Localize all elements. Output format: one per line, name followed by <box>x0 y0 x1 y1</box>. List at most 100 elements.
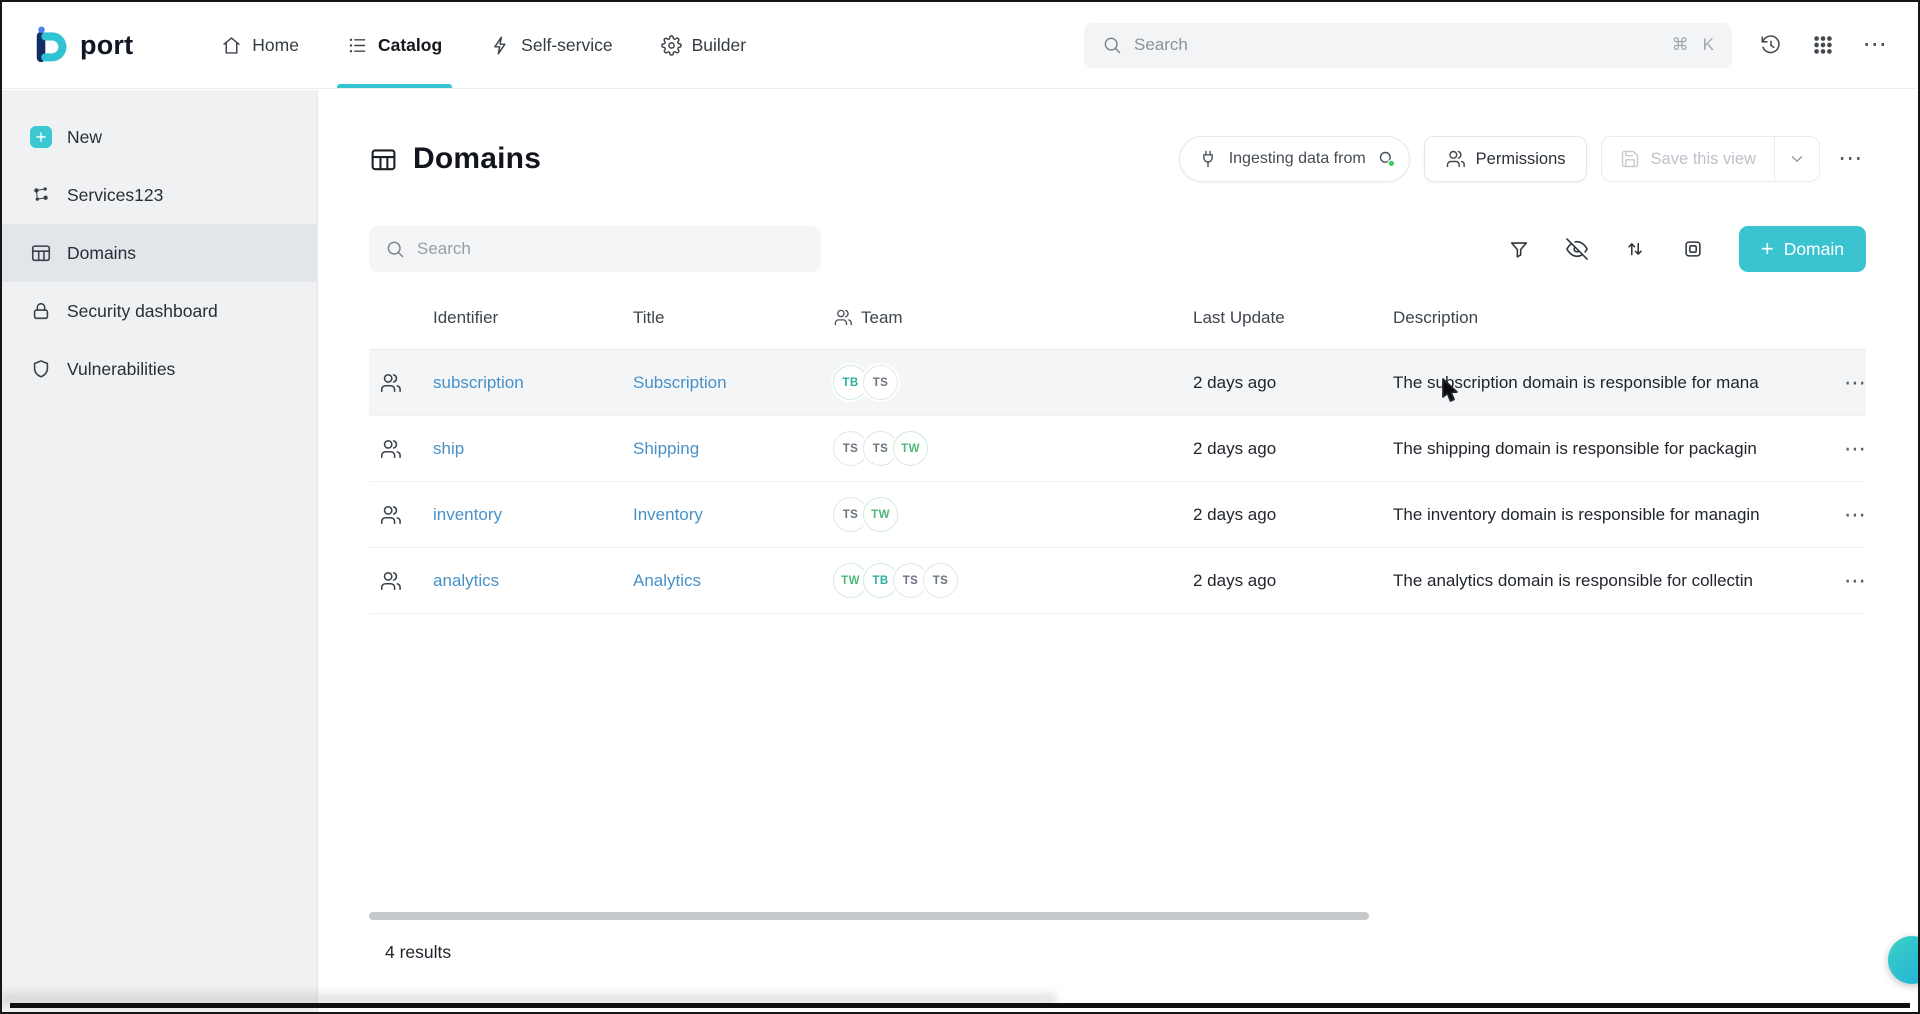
team-avatars: TB TS <box>833 365 1193 400</box>
identifier-link[interactable]: inventory <box>433 505 502 524</box>
ingesting-data-pill[interactable]: Ingesting data from <box>1179 136 1410 182</box>
eye-off-icon <box>1566 238 1588 260</box>
history-button[interactable] <box>1750 24 1792 66</box>
description-cell: The subscription domain is responsible f… <box>1393 373 1818 393</box>
row-more-button[interactable]: ⋯ <box>1818 504 1866 526</box>
page-title: Domains <box>413 142 541 176</box>
sidebar-item-new[interactable]: New <box>2 108 317 166</box>
exporter-status-icon <box>1377 149 1397 169</box>
shield-icon <box>30 358 52 380</box>
save-view-button[interactable]: Save this view <box>1602 137 1774 181</box>
nav-item-label: Builder <box>692 35 746 56</box>
identifier-link[interactable]: ship <box>433 439 464 458</box>
domain-blueprint-icon <box>379 570 401 592</box>
description-cell: The analytics domain is responsible for … <box>1393 571 1818 591</box>
apps-grid-button[interactable] <box>1802 24 1844 66</box>
apps-grid-icon <box>1812 34 1834 56</box>
search-icon <box>385 239 405 259</box>
save-view-split-button: Save this view <box>1601 136 1820 182</box>
description-cell: The inventory domain is responsible for … <box>1393 505 1818 525</box>
topnav-right: ⌘ K ⋯ <box>1084 23 1896 68</box>
nav-item-label: Home <box>252 35 299 56</box>
sidebar-item-label: New <box>67 127 102 148</box>
global-search-input[interactable] <box>1134 35 1660 55</box>
add-domain-label: Domain <box>1784 239 1844 260</box>
port-logo[interactable]: port <box>32 24 133 66</box>
permissions-button[interactable]: Permissions <box>1424 136 1587 182</box>
row-more-button[interactable]: ⋯ <box>1818 438 1866 460</box>
history-icon <box>1760 34 1782 56</box>
topnav-more-button[interactable]: ⋯ <box>1854 24 1896 66</box>
title-link[interactable]: Inventory <box>633 505 703 524</box>
header-cell-identifier: Identifier <box>433 308 633 328</box>
table-row[interactable]: ship Shipping TS TS TW 2 days ago The sh… <box>369 416 1866 482</box>
nav-item-builder[interactable]: Builder <box>661 2 746 88</box>
global-search[interactable]: ⌘ K <box>1084 23 1732 68</box>
domain-blueprint-icon <box>379 372 401 394</box>
bottom-shadow <box>0 989 1056 1003</box>
title-link[interactable]: Analytics <box>633 571 701 590</box>
save-view-label: Save this view <box>1651 150 1756 169</box>
home-icon <box>221 35 242 56</box>
nav-item-self-service[interactable]: Self-service <box>490 2 612 88</box>
table-search-input[interactable] <box>417 239 805 259</box>
team-header-label: Team <box>861 308 903 328</box>
filter-button[interactable] <box>1497 227 1541 271</box>
nav-item-catalog[interactable]: Catalog <box>347 2 442 88</box>
avatar: TW <box>893 431 928 466</box>
team-avatars: TW TB TS TS <box>833 563 1193 598</box>
cmd-key: ⌘ <box>1672 35 1689 55</box>
identifier-link[interactable]: analytics <box>433 571 499 590</box>
header-cell-title: Title <box>633 308 833 328</box>
sidebar-item-domains[interactable]: Domains <box>2 224 317 282</box>
sidebar-item-label: Security dashboard <box>67 301 218 322</box>
title-link[interactable]: Shipping <box>633 439 699 458</box>
sidebar-item-security-dashboard[interactable]: Security dashboard <box>2 282 317 340</box>
sort-button[interactable] <box>1613 227 1657 271</box>
nav-item-label: Catalog <box>378 35 442 56</box>
sidebar-item-services123[interactable]: Services123 <box>2 166 317 224</box>
table-row[interactable]: subscription Subscription TB TS 2 days a… <box>369 350 1866 416</box>
save-view-dropdown-button[interactable] <box>1775 137 1819 181</box>
add-domain-button[interactable]: + Domain <box>1739 226 1866 272</box>
nav-item-home[interactable]: Home <box>221 2 299 88</box>
users-icon <box>1445 149 1465 169</box>
k-key: K <box>1703 35 1714 55</box>
port-logo-icon <box>32 24 70 66</box>
table-search[interactable] <box>369 226 821 272</box>
table-row[interactable]: inventory Inventory TS TW 2 days ago The… <box>369 482 1866 548</box>
page-header: Domains Ingesting data from <box>319 90 1918 182</box>
row-more-button[interactable]: ⋯ <box>1818 372 1866 394</box>
page-more-button[interactable]: ⋯ <box>1834 147 1866 171</box>
title-link[interactable]: Subscription <box>633 373 727 392</box>
hide-properties-button[interactable] <box>1555 227 1599 271</box>
avatar: TS <box>863 365 898 400</box>
table-row[interactable]: analytics Analytics TW TB TS TS 2 days a… <box>369 548 1866 614</box>
group-by-button[interactable] <box>1671 227 1715 271</box>
last-update-cell: 2 days ago <box>1193 505 1393 525</box>
domains-table: Identifier Title Team Last Update Descri… <box>319 272 1918 614</box>
header-cell-last-update: Last Update <box>1193 308 1393 328</box>
sidebar-item-vulnerabilities[interactable]: Vulnerabilities <box>2 340 317 398</box>
nav-item-label: Self-service <box>521 35 612 56</box>
identifier-link[interactable]: subscription <box>433 373 524 392</box>
last-update-cell: 2 days ago <box>1193 373 1393 393</box>
results-count: 4 results <box>385 942 451 963</box>
sidebar-item-label: Vulnerabilities <box>67 359 175 380</box>
primary-nav: Home Catalog Self-service Buil <box>221 2 746 88</box>
lock-icon <box>30 300 52 322</box>
gear-icon <box>661 35 682 56</box>
row-more-button[interactable]: ⋯ <box>1818 570 1866 592</box>
table-icon <box>369 145 398 174</box>
domain-blueprint-icon <box>379 438 401 460</box>
chevron-down-icon <box>1788 150 1806 168</box>
horizontal-scrollbar[interactable] <box>369 912 1369 920</box>
toolbar-icons: + Domain <box>1497 226 1866 272</box>
sort-arrows-icon <box>1624 238 1646 260</box>
filter-icon <box>1508 238 1530 260</box>
page-title-wrap: Domains <box>369 142 541 176</box>
header-cell-team: Team <box>833 308 1193 328</box>
team-avatars: TS TW <box>833 497 1193 532</box>
plus-icon: + <box>1761 238 1774 260</box>
avatar: TS <box>923 563 958 598</box>
